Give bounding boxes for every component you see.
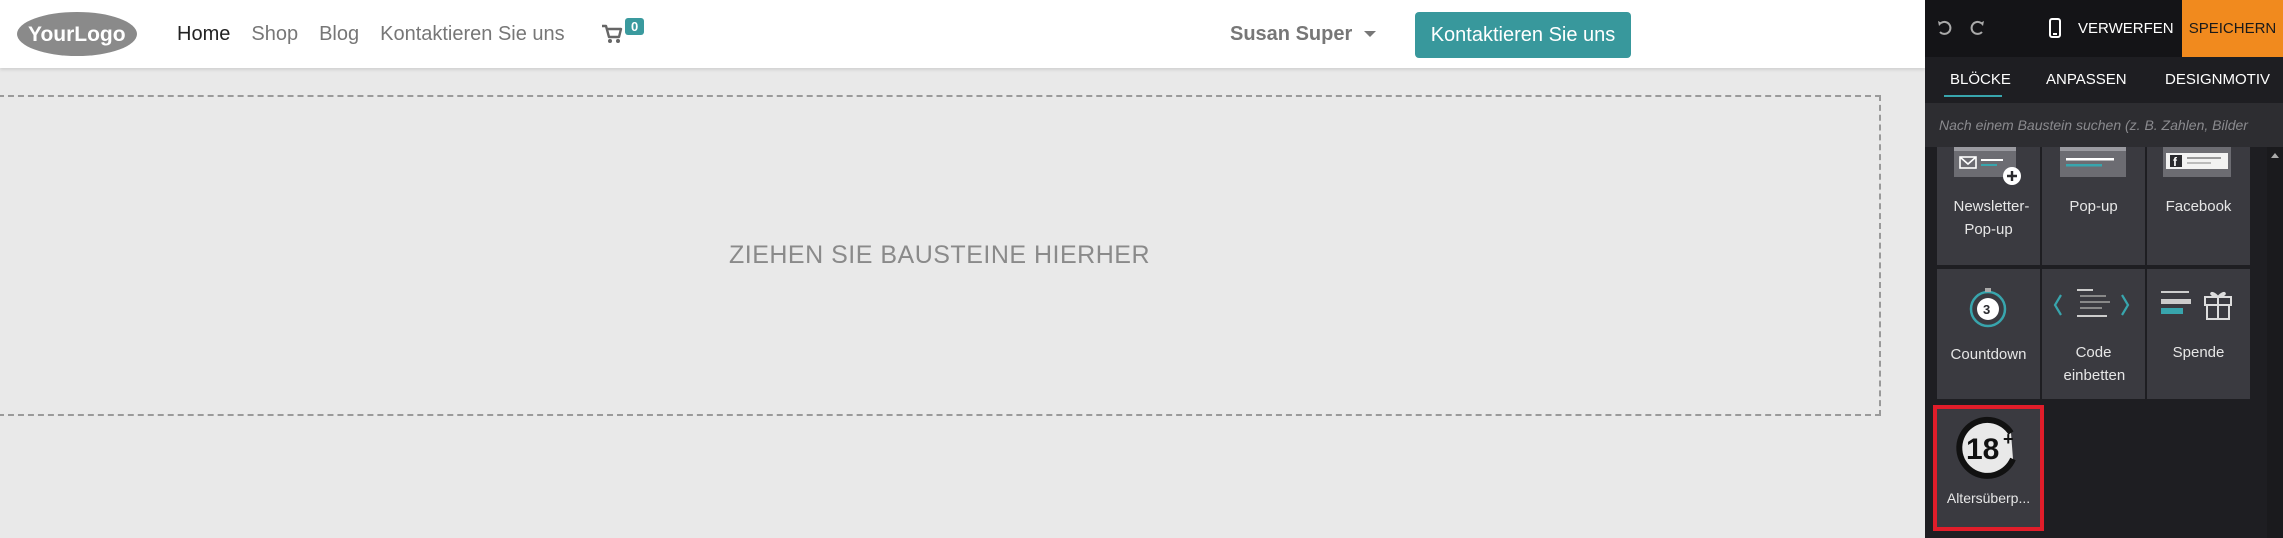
svg-text:3: 3 [1983,302,1990,317]
block-facebook[interactable]: f Facebook [2147,147,2250,265]
popup-icon [2060,147,2126,177]
blocks-scrollbar[interactable] [2267,147,2283,538]
block-label: Countdown [1950,346,2027,363]
mobile-preview-icon[interactable] [2045,18,2065,38]
block-label: Altersüberp... [1946,490,2031,506]
nav-home[interactable]: Home [177,23,230,46]
user-name: Susan Super [1230,22,1353,45]
active-tab-indicator [1944,95,2002,97]
tab-theme[interactable]: DESIGNMOTIV [2165,57,2270,102]
cart-icon [602,24,623,43]
gift-icon [2161,291,2232,320]
block-label: Newsletter-Pop-up [1953,198,2030,238]
discard-button[interactable]: VERWERFEN [2078,0,2174,57]
redo-icon[interactable] [1967,18,1987,38]
code-embed-icon [2053,289,2130,317]
undo-icon[interactable] [1935,18,1955,38]
block-newsletter-popup[interactable]: Newsletter-Pop-up [1937,147,2040,265]
block-label: Spende [2172,344,2225,361]
block-embed-code[interactable]: Code einbetten [2042,269,2145,399]
block-label: Pop-up [2069,198,2118,215]
nav-shop[interactable]: Shop [251,23,298,46]
website-canvas: YourLogo Home Shop Blog Kontaktieren Sie… [0,0,1925,538]
block-label: Code einbetten [2063,344,2126,384]
svg-text:+: + [2003,429,2014,449]
contact-cta-button[interactable]: Kontaktieren Sie uns [1415,12,1631,58]
block-label: Facebook [2165,198,2232,215]
chevron-down-icon [1364,31,1377,37]
save-button[interactable]: SPEICHERN [2182,0,2283,57]
editor-tabs: BLÖCKE ANPASSEN DESIGNMOTIV [1925,57,2283,102]
block-countdown[interactable]: 3 Countdown [1937,269,2040,399]
user-menu-dropdown[interactable]: Susan Super [1230,0,1377,68]
block-donation[interactable]: Spende [2147,269,2250,399]
cart-count-badge: 0 [625,18,645,35]
website-navbar: YourLogo Home Shop Blog Kontaktieren Sie… [0,0,1925,68]
scroll-up-icon[interactable] [2271,153,2279,158]
drop-zone-text: ZIEHEN SIE BAUSTEINE HIERHER [728,241,1151,269]
nav-contact[interactable]: Kontaktieren Sie uns [380,23,565,46]
logo-text: YourLogo [28,23,126,46]
tab-customize[interactable]: ANPASSEN [2046,57,2127,102]
editor-panel: VERWERFEN SPEICHERN BLÖCKE ANPASSEN DESI… [1925,0,2283,538]
block-popup[interactable]: Pop-up [2042,147,2145,265]
countdown-icon: 3 [1969,288,2007,328]
block-age-verification[interactable]: 18 + Altersüberp... [1933,405,2044,531]
main-menu: Home Shop Blog Kontaktieren Sie uns [177,0,586,68]
cart-link[interactable]: 0 [601,18,645,44]
nav-blog[interactable]: Blog [319,23,359,46]
facebook-icon: f [2163,147,2231,177]
blocks-grid: Newsletter-Pop-up Pop-up f Facebook 3 Co… [1925,147,2267,538]
block-search-input[interactable] [1925,103,2283,147]
newsletter-popup-icon [1954,147,2021,185]
logo[interactable]: YourLogo [16,11,138,57]
svg-text:18: 18 [1966,433,1999,466]
editor-topbar: VERWERFEN SPEICHERN [1925,0,2283,57]
drop-zone[interactable]: ZIEHEN SIE BAUSTEINE HIERHER [0,95,1881,416]
age-18-plus-icon: 18 + [1955,416,2016,479]
